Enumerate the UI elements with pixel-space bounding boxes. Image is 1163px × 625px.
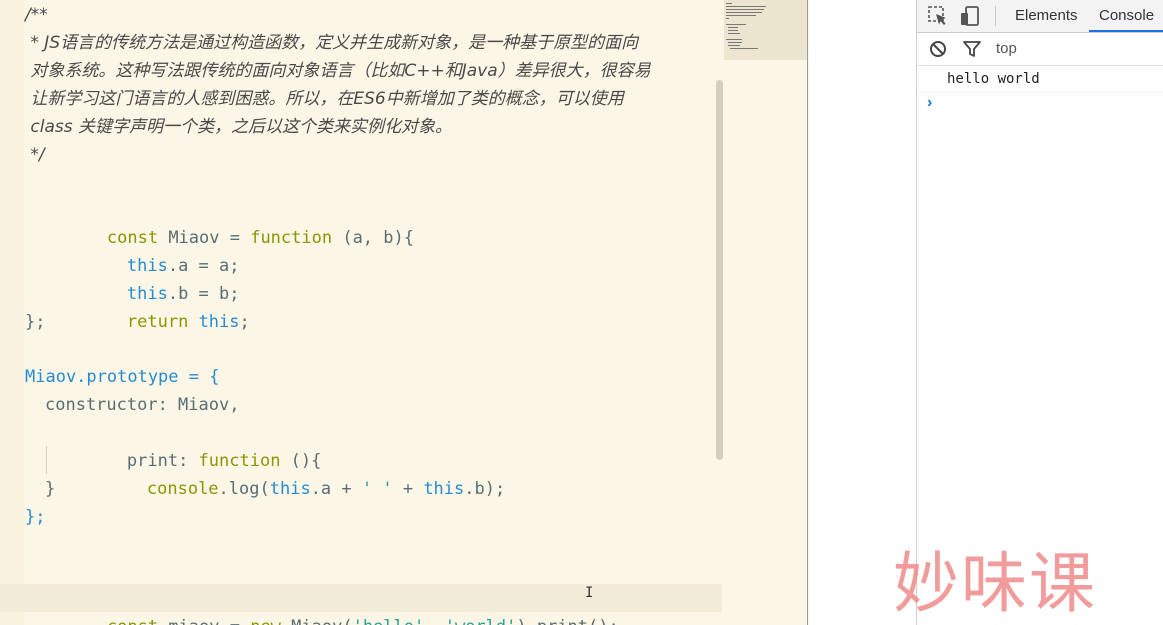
code-editor[interactable]: /** * JS语言的传统方法是通过构造函数，定义并生成新对象，是一种基于原型的… — [0, 0, 808, 625]
comment-line: * JS语言的传统方法是通过构造函数，定义并生成新对象，是一种基于原型的面向 — [25, 33, 639, 53]
code-text: miaov = — [158, 617, 250, 625]
tab-console[interactable]: Console — [1089, 0, 1163, 32]
code-line: const Miaov = function (a, b){ — [25, 196, 414, 248]
code-text: , — [424, 617, 444, 625]
filter-icon[interactable] — [961, 38, 985, 60]
code-line: console.log(this.a + ' ' + this.b); — [65, 447, 505, 499]
minimap-line — [726, 39, 742, 40]
code-text: .a + — [310, 479, 362, 499]
console-log-message: hello world — [917, 68, 1163, 93]
devtools-panel: Elements Console top hello world › — [917, 0, 1163, 625]
string-literal: ' ' — [361, 479, 393, 499]
minimap-line — [726, 6, 766, 7]
code-text: Miaov( — [281, 617, 352, 625]
minimap-line — [726, 12, 762, 13]
execution-context-selector[interactable]: top — [996, 33, 1017, 65]
watermark-logo: 妙味课 — [893, 545, 1097, 622]
keyword: this — [423, 479, 465, 499]
console-output-text: hello world — [947, 71, 1040, 87]
string-literal: 'world' — [445, 617, 517, 625]
minimap-line — [728, 42, 742, 43]
code-text: + — [392, 479, 424, 499]
keyword: const — [107, 617, 158, 625]
minimap-line — [726, 9, 764, 10]
code-line: } — [45, 479, 56, 499]
code-text: (a, b){ — [332, 228, 414, 248]
editor-gutter — [0, 0, 24, 625]
minimap-line — [730, 48, 758, 49]
code-line: const miaov = new Miaov('hello', 'world'… — [25, 585, 619, 625]
devtools-tabbar: Elements Console — [917, 0, 1163, 33]
indent-guide — [46, 446, 47, 474]
minimap-line — [728, 45, 740, 46]
mouse-text-cursor: I — [585, 585, 594, 601]
minimap-line — [728, 30, 738, 31]
code-line: Miaov.prototype = { — [25, 367, 220, 387]
code-line: }; — [25, 507, 46, 527]
clear-console-icon[interactable] — [927, 38, 951, 60]
code-line: }; — [25, 312, 46, 332]
toolbar-separator — [995, 6, 996, 26]
code-line: this.b = b; — [45, 252, 240, 304]
comment-line: 让新学习这门语言的人感到困惑。所以，在ES6中新增加了类的概念，可以使用 — [25, 89, 624, 109]
comment-line: class 关键字声明一个类，之后以这个类来实例化对象。 — [25, 117, 453, 137]
code-line: return this; — [45, 280, 250, 332]
keyword: return — [126, 312, 189, 332]
comment-line: /** — [25, 5, 48, 25]
inspect-element-icon[interactable] — [927, 5, 951, 27]
device-toolbar-icon[interactable] — [959, 5, 983, 27]
comment-line: */ — [25, 145, 45, 165]
code-text: .log( — [218, 479, 270, 499]
vertical-scrollbar[interactable] — [716, 80, 723, 460]
code-line: this.a = a; — [45, 224, 240, 276]
code-line: print: function (){ — [45, 419, 322, 471]
minimap[interactable] — [724, 0, 808, 60]
screen: /** * JS语言的传统方法是通过构造函数，定义并生成新对象，是一种基于原型的… — [0, 0, 1163, 625]
console-prompt-chevron-icon[interactable]: › — [927, 92, 947, 114]
code-line: constructor: Miaov, — [45, 395, 240, 415]
comment-line: 对象系统。这种写法跟传统的面向对象语言（比如C++和Java）差异很大，很容易 — [25, 61, 651, 81]
console-toolbar: top — [917, 33, 1163, 66]
minimap-line — [726, 24, 746, 25]
minimap-line — [728, 27, 738, 28]
page-viewport — [809, 0, 917, 625]
keyword: this — [269, 479, 311, 499]
code-text: .b); — [464, 479, 506, 499]
code-text: ).print(); — [516, 617, 618, 625]
editor-border — [807, 0, 808, 625]
minimap-line — [726, 15, 756, 16]
string-literal: 'hello' — [353, 617, 425, 625]
keyword: this — [198, 312, 240, 332]
code-text: ; — [239, 312, 250, 332]
code-area[interactable]: /** * JS语言的传统方法是通过构造函数，定义并生成新对象，是一种基于原型的… — [25, 0, 725, 625]
minimap-line — [728, 33, 740, 34]
minimap-line — [726, 3, 732, 4]
code-text: console — [146, 479, 219, 499]
keyword: function — [250, 228, 333, 248]
keyword: new — [250, 617, 281, 625]
tab-elements[interactable]: Elements — [1005, 0, 1088, 32]
minimap-line — [726, 18, 729, 19]
